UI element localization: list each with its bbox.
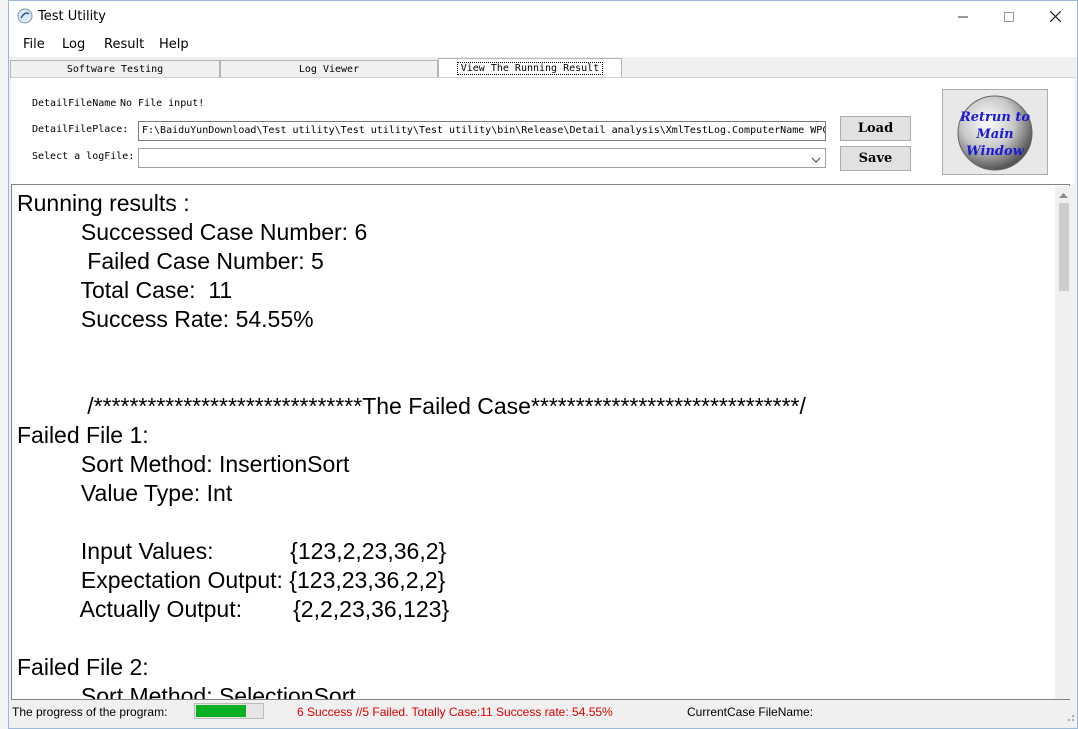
menu-log[interactable]: Log [62, 37, 85, 52]
chevron-down-icon [811, 152, 821, 163]
resize-grip-icon[interactable] [1065, 709, 1075, 721]
current-case-label: CurrentCase FileName: [687, 705, 814, 719]
load-button[interactable]: Load [840, 116, 911, 141]
return-label-line1: Retrun to [959, 110, 1030, 125]
minimize-button[interactable] [940, 1, 986, 32]
tab-strip: Software Testing Log Viewer View The Run… [9, 58, 1077, 78]
maximize-button[interactable] [986, 1, 1032, 32]
vertical-scrollbar[interactable] [1055, 186, 1072, 699]
save-button[interactable]: Save [840, 146, 911, 171]
detail-file-place-field[interactable]: F:\BaiduYunDownload\Test utility\Test ut… [138, 121, 826, 141]
tab-view-running-result[interactable]: View The Running Result [438, 58, 622, 77]
title-bar: Test Utility [9, 1, 1077, 32]
menu-help[interactable]: Help [159, 37, 189, 52]
return-button-graphic: Retrun to Main Window [957, 95, 1033, 171]
return-to-main-window-button[interactable]: Retrun to Main Window [942, 89, 1048, 175]
menu-file[interactable]: File [23, 37, 45, 52]
detail-file-name-value: No File input! [120, 98, 205, 109]
window-title: Test Utility [38, 9, 106, 24]
status-bar: The progress of the program: 6 Success /… [9, 701, 1077, 723]
progress-label: The progress of the program: [12, 705, 168, 719]
main-window: Test Utility File Log Result Help Softwa… [8, 0, 1078, 729]
menu-result[interactable]: Result [104, 37, 144, 52]
results-text: Running results : Successed Case Number:… [17, 190, 806, 700]
scroll-up-arrow-icon[interactable] [1055, 186, 1072, 203]
tab-log-viewer[interactable]: Log Viewer [220, 60, 438, 78]
menu-bar: File Log Result Help [9, 32, 1077, 57]
tab-software-testing-label: Software Testing [66, 64, 164, 75]
scroll-thumb[interactable] [1059, 203, 1069, 291]
tab-log-viewer-label: Log Viewer [298, 64, 360, 75]
progress-bar [194, 703, 264, 719]
return-label-line2: Main [975, 127, 1013, 142]
return-label-line3: Window [966, 144, 1025, 159]
select-logfile-dropdown[interactable] [138, 148, 826, 168]
status-summary: 6 Success //5 Failed. Totally Case:11 Su… [297, 705, 613, 719]
close-button[interactable] [1032, 1, 1078, 32]
progress-fill [196, 705, 246, 717]
tab-software-testing[interactable]: Software Testing [10, 60, 220, 78]
select-logfile-label: Select a logFile: [32, 151, 135, 162]
file-panel: DetailFileName No File input! DetailFile… [11, 77, 1075, 184]
detail-file-place-label: DetailFilePlace: [32, 124, 129, 135]
detail-file-name-label: DetailFileName [32, 98, 117, 109]
tab-view-running-result-label: View The Running Result [456, 61, 604, 75]
app-icon [17, 8, 33, 24]
results-text-area[interactable]: Running results : Successed Case Number:… [11, 184, 1070, 700]
